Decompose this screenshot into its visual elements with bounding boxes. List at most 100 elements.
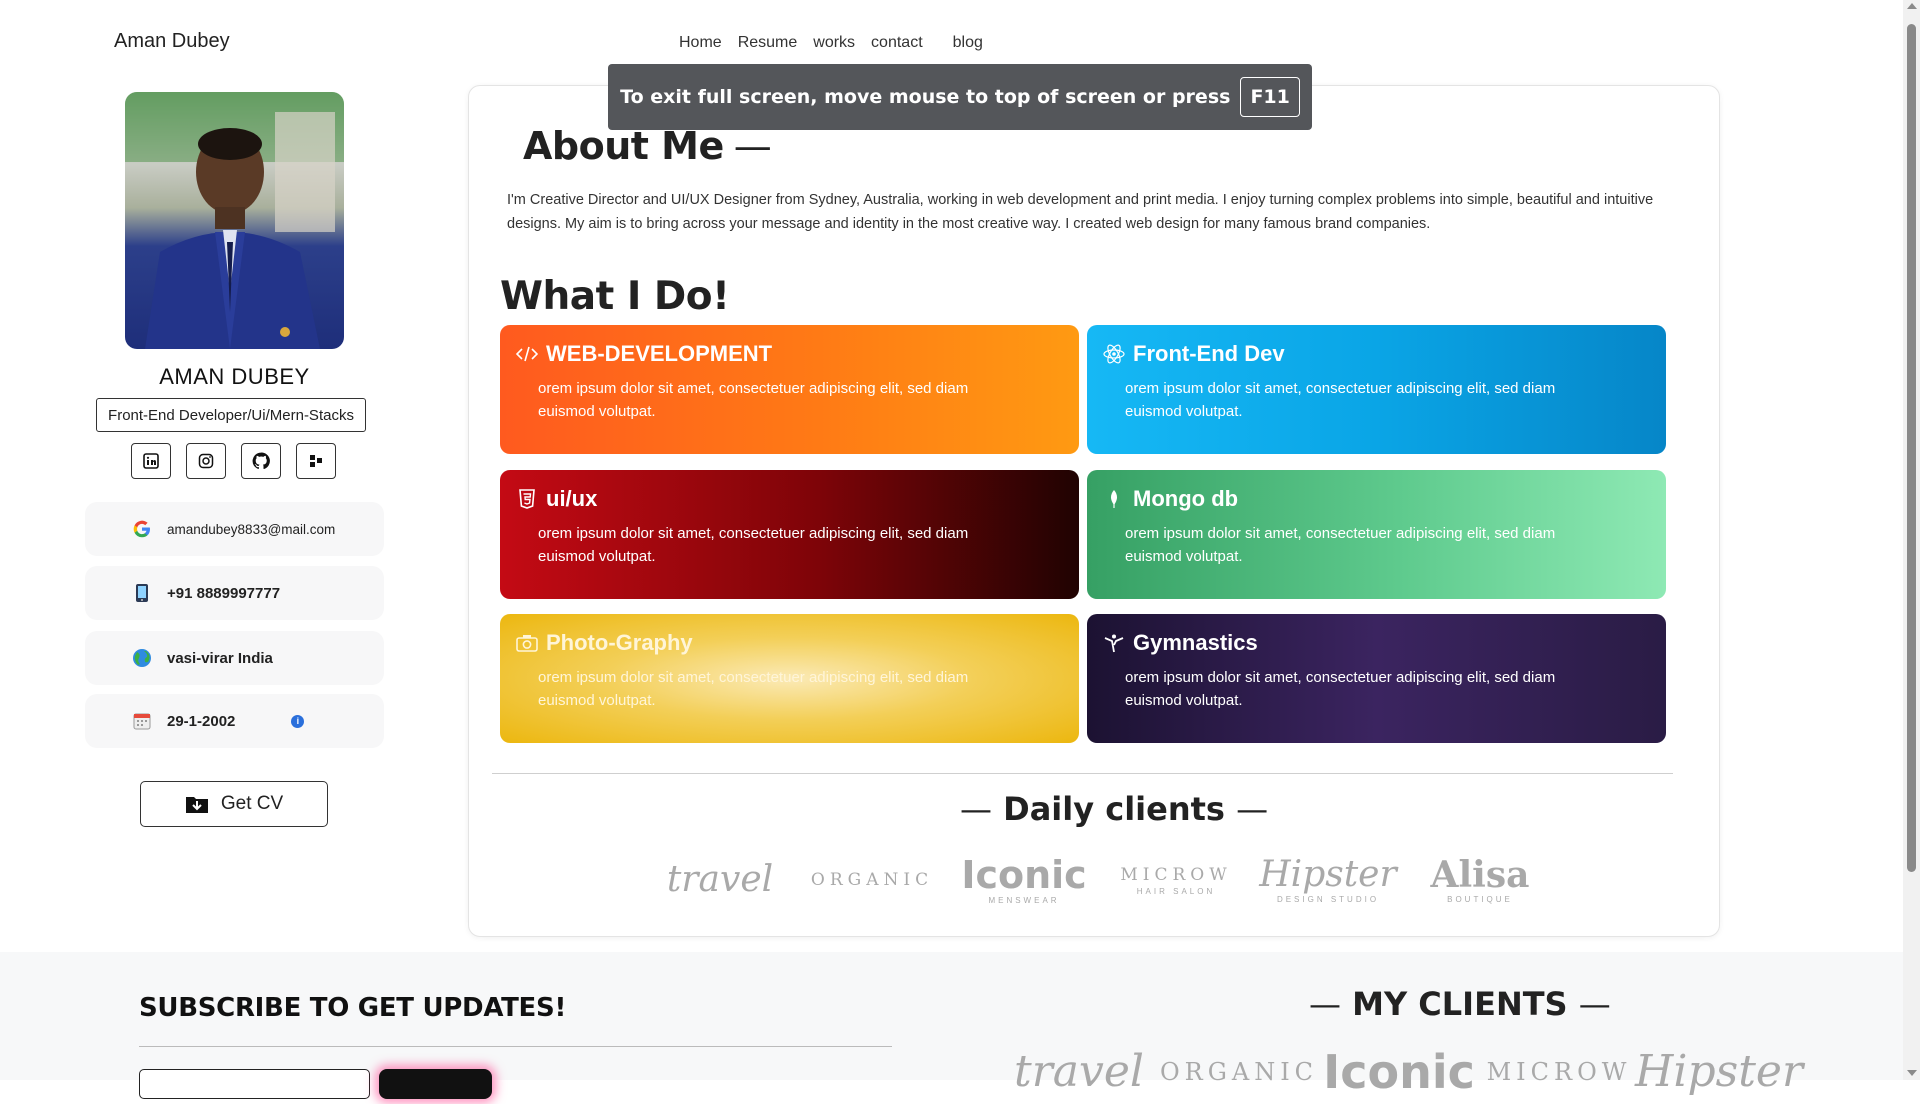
camera-icon bbox=[516, 634, 538, 652]
location-card: vasi-virar India bbox=[85, 631, 384, 685]
subscribe-email-input[interactable] bbox=[139, 1069, 370, 1099]
email-card: amandubey8833@mail.com bbox=[85, 502, 384, 556]
client-logo-travel[interactable]: travel bbox=[644, 848, 796, 912]
download-icon bbox=[185, 797, 208, 813]
codepen-button[interactable] bbox=[296, 443, 336, 479]
daily-clients-logos: travel ORGANIC Iconic MENSWEAR MICROW HA… bbox=[644, 848, 1556, 912]
service-card-photography[interactable]: Photo-Graphy orem ipsum dolor sit amet, … bbox=[500, 614, 1079, 743]
dob-card: 29-1-2002 i bbox=[85, 694, 384, 748]
logo-tagline: BOUTIQUE bbox=[1447, 894, 1513, 904]
logo-wordmark: travel bbox=[1014, 1046, 1144, 1097]
daily-clients-heading: — Daily clients — bbox=[960, 790, 1268, 828]
client-logo-hipster[interactable]: Hipster DESIGN STUDIO bbox=[1252, 848, 1404, 912]
heading-dash: — bbox=[1236, 790, 1269, 828]
heading-dash: — bbox=[960, 790, 992, 828]
service-description: orem ipsum dolor sit amet, consectetuer … bbox=[538, 380, 969, 420]
my-clients-heading: — MY CLIENTS — bbox=[1309, 985, 1611, 1023]
email-text[interactable]: amandubey8833@mail.com bbox=[167, 522, 335, 537]
instagram-icon bbox=[198, 453, 214, 469]
client-logo-travel[interactable]: travel bbox=[1003, 1040, 1155, 1104]
logo-wordmark: Hipster bbox=[1259, 853, 1397, 895]
github-button[interactable] bbox=[241, 443, 281, 479]
client-logo-alisa[interactable]: Alisa BOUTIQUE bbox=[1404, 848, 1556, 912]
role-tag: Front-End Developer/Ui/Mern-Stacks bbox=[96, 398, 366, 432]
service-card-web-development[interactable]: WEB-DEVELOPMENT orem ipsum dolor sit ame… bbox=[500, 325, 1079, 454]
profile-photo bbox=[125, 92, 344, 349]
client-logo-organic[interactable]: ORGANIC bbox=[1160, 1040, 1315, 1104]
about-dash: — bbox=[733, 124, 772, 168]
service-title: Front-End Dev bbox=[1133, 341, 1285, 366]
phone-icon bbox=[131, 583, 153, 603]
service-card-front-end-dev[interactable]: Front-End Dev orem ipsum dolor sit amet,… bbox=[1087, 325, 1666, 454]
info-icon[interactable]: i bbox=[291, 714, 305, 728]
service-title: Gymnastics bbox=[1133, 630, 1258, 655]
page-scrollbar[interactable] bbox=[1903, 0, 1920, 1080]
about-title: About Me bbox=[523, 124, 724, 168]
instagram-button[interactable] bbox=[186, 443, 226, 479]
logo-wordmark: MICROW bbox=[1120, 864, 1232, 885]
service-title: Photo-Graphy bbox=[546, 630, 693, 655]
service-title: ui/ux bbox=[546, 486, 598, 511]
logo-wordmark: Iconic bbox=[961, 852, 1087, 897]
phone-card: +91 8889997777 bbox=[85, 566, 384, 620]
heading-dash: — bbox=[1309, 985, 1341, 1023]
toast-message: To exit full screen, move mouse to top o… bbox=[620, 86, 1231, 108]
leaf-icon bbox=[1103, 489, 1125, 509]
linkedin-button[interactable] bbox=[131, 443, 171, 479]
about-paragraph: I'm Creative Director and UI/UX Designer… bbox=[507, 192, 1654, 232]
about-heading: About Me — bbox=[523, 124, 772, 168]
daily-clients-title: Daily clients bbox=[1003, 790, 1225, 828]
heading-dash: — bbox=[1578, 985, 1611, 1023]
logo-tagline: DESIGN STUDIO bbox=[1276, 894, 1380, 904]
service-description: orem ipsum dolor sit amet, consectetuer … bbox=[1125, 380, 1556, 420]
code-icon bbox=[516, 345, 538, 363]
html5-icon bbox=[516, 489, 538, 509]
fullscreen-exit-toast: To exit full screen, move mouse to top o… bbox=[608, 64, 1312, 130]
service-title: WEB-DEVELOPMENT bbox=[546, 341, 773, 366]
google-icon bbox=[131, 519, 153, 539]
scroll-thumb[interactable] bbox=[1907, 24, 1916, 872]
profile-name: AMAN DUBEY bbox=[159, 364, 310, 389]
logo-wordmark: Hipster bbox=[1635, 1046, 1803, 1097]
client-logo-microw[interactable]: MICROW HAIR SALON bbox=[1100, 848, 1252, 912]
logo-wordmark: Iconic bbox=[1323, 1045, 1475, 1099]
scroll-down-arrow-icon[interactable] bbox=[1907, 1070, 1917, 1076]
github-icon bbox=[252, 452, 270, 470]
get-cv-label: Get CV bbox=[220, 793, 284, 814]
phone-text[interactable]: +91 8889997777 bbox=[167, 585, 280, 602]
service-card-ui-ux[interactable]: ui/ux orem ipsum dolor sit amet, consect… bbox=[500, 470, 1079, 599]
client-logo-hipster[interactable]: Hipster bbox=[1635, 1040, 1803, 1104]
service-title: Mongo db bbox=[1133, 486, 1239, 511]
location-text: vasi-virar India bbox=[167, 649, 273, 667]
what-i-do-heading: What I Do! bbox=[500, 274, 730, 319]
client-logo-organic[interactable]: ORGANIC bbox=[796, 848, 948, 912]
my-clients-logos: travel ORGANIC Iconic MICROW Hipster bbox=[1003, 1040, 1803, 1104]
section-divider bbox=[492, 773, 1673, 774]
service-description: orem ipsum dolor sit amet, consectetuer … bbox=[1125, 525, 1556, 565]
react-icon bbox=[1103, 344, 1125, 364]
logo-wordmark: Alisa bbox=[1430, 853, 1530, 896]
service-card-mongo-db[interactable]: Mongo db orem ipsum dolor sit amet, cons… bbox=[1087, 470, 1666, 599]
client-logo-microw[interactable]: MICROW bbox=[1483, 1040, 1635, 1104]
subscribe-button[interactable] bbox=[379, 1069, 492, 1099]
logo-tagline: MENSWEAR bbox=[988, 895, 1060, 905]
service-card-gymnastics[interactable]: Gymnastics orem ipsum dolor sit amet, co… bbox=[1087, 614, 1666, 743]
globe-icon bbox=[131, 648, 153, 668]
nav-blog[interactable]: blog bbox=[953, 34, 983, 52]
linkedin-icon bbox=[143, 453, 159, 469]
social-links bbox=[131, 443, 336, 479]
client-logo-iconic[interactable]: Iconic bbox=[1323, 1040, 1475, 1104]
gymnast-icon bbox=[1103, 633, 1125, 653]
nav-home[interactable]: Home bbox=[679, 34, 722, 52]
nav-resume[interactable]: Resume bbox=[738, 34, 798, 52]
client-logo-iconic[interactable]: Iconic MENSWEAR bbox=[948, 848, 1100, 912]
get-cv-button[interactable]: Get CV bbox=[140, 781, 328, 827]
top-nav: Home Resume works contact blog bbox=[679, 34, 983, 52]
nav-contact[interactable]: contact bbox=[871, 34, 923, 52]
service-description: orem ipsum dolor sit amet, consectetuer … bbox=[538, 669, 969, 709]
brand-name[interactable]: Aman Dubey bbox=[114, 30, 230, 53]
scroll-up-arrow-icon[interactable] bbox=[1907, 3, 1917, 9]
subscribe-heading: SUBSCRIBE TO GET UPDATES! bbox=[139, 993, 566, 1023]
nav-works[interactable]: works bbox=[813, 34, 855, 52]
my-clients-title: MY CLIENTS bbox=[1352, 985, 1568, 1023]
